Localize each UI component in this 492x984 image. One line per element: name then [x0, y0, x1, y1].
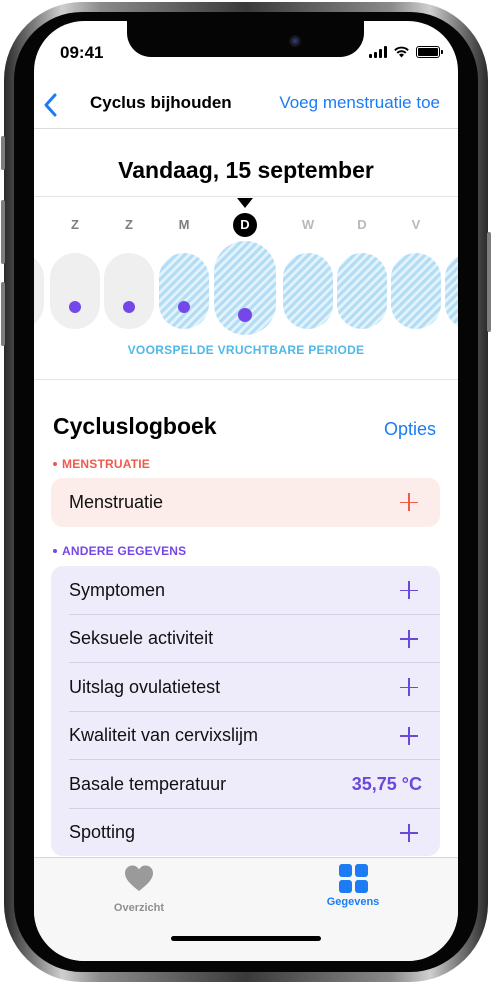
- wifi-icon: [394, 46, 409, 58]
- tab-label: Gegevens: [326, 896, 380, 908]
- cellular-signal-icon: [369, 46, 387, 58]
- date-divider: [34, 196, 458, 197]
- today-day-letter: D: [233, 213, 257, 237]
- log-row-ovulation-test[interactable]: Uitslag ovulatietest: [51, 663, 440, 712]
- calendar-day-partial: [34, 253, 44, 329]
- status-icons: [369, 46, 443, 58]
- basal-temperature-value: 35,75 °C: [351, 773, 422, 794]
- options-button[interactable]: Opties: [384, 419, 436, 440]
- calendar-divider: [34, 379, 458, 380]
- row-label: Seksuele activiteit: [69, 628, 214, 649]
- tab-overview[interactable]: Overzicht: [79, 864, 199, 914]
- day-letter: M: [178, 217, 190, 232]
- camera-icon: [289, 35, 301, 47]
- calendar-day-fertile[interactable]: [391, 253, 441, 329]
- log-row-menstruation[interactable]: Menstruatie: [51, 478, 440, 527]
- log-row-sexual-activity[interactable]: Seksuele activiteit: [51, 615, 440, 663]
- nav-divider: [34, 128, 458, 129]
- plus-icon[interactable]: [400, 823, 418, 842]
- side-button-power: [487, 232, 491, 332]
- tab-bar: Overzicht Gegevens: [34, 857, 458, 961]
- screen: 09:41 Cyclus bijhouden Voeg menstruatie …: [34, 21, 458, 961]
- row-label: Symptomen: [69, 579, 166, 600]
- date-title: Vandaag, 15 september: [118, 157, 374, 183]
- day-letter: Z: [71, 217, 79, 232]
- bullet-icon: [53, 461, 57, 466]
- tab-data[interactable]: Gegevens: [293, 864, 413, 908]
- battery-icon: [416, 46, 443, 58]
- logged-data-dot: [238, 308, 252, 322]
- log-row-cervical-mucus[interactable]: Kwaliteit van cervixslijm: [51, 712, 440, 760]
- row-label: Uitslag ovulatietest: [69, 676, 221, 697]
- row-label: Menstruatie: [69, 491, 164, 512]
- calendar-day[interactable]: [50, 253, 100, 329]
- calendar-day[interactable]: [104, 253, 154, 329]
- other-data-card: Symptomen Seksuele activiteit Uitslag ov…: [51, 566, 440, 856]
- menstruation-section-label: MENSTRUATIE: [53, 457, 150, 471]
- row-label: Spotting: [69, 822, 136, 843]
- home-indicator[interactable]: [171, 936, 321, 941]
- nav-title: Cyclus bijhouden: [90, 93, 232, 112]
- side-button-volume-up: [1, 200, 5, 264]
- day-letter: D: [357, 217, 367, 232]
- fertile-period-label: VOORSPELDE VRUCHTBARE PERIODE: [127, 343, 365, 357]
- navigation-bar: Cyclus bijhouden Voeg menstruatie toe: [34, 81, 458, 127]
- bullet-icon: [53, 548, 57, 553]
- menstruation-card: Menstruatie: [51, 478, 440, 527]
- day-letter: W: [301, 217, 315, 232]
- side-button-mute: [1, 136, 5, 170]
- plus-icon[interactable]: [400, 493, 418, 512]
- calendar-day-today[interactable]: [214, 241, 276, 335]
- cycle-log-title: Cycluslogboek: [53, 413, 217, 439]
- calendar-day-fertile[interactable]: [159, 253, 209, 329]
- logged-data-dot: [123, 301, 135, 313]
- day-letter: Z: [125, 217, 133, 232]
- status-time: 09:41: [60, 43, 104, 62]
- plus-icon[interactable]: [400, 629, 418, 648]
- tab-label: Overzicht: [113, 902, 165, 914]
- heart-icon: [125, 865, 153, 891]
- plus-icon[interactable]: [400, 581, 418, 600]
- day-letter: V: [411, 217, 421, 232]
- log-row-symptoms[interactable]: Symptomen: [51, 566, 440, 615]
- add-menstruation-button[interactable]: Voeg menstruatie toe: [279, 93, 440, 113]
- log-row-spotting[interactable]: Spotting: [51, 809, 440, 857]
- side-button-volume-down: [1, 282, 5, 346]
- calendar-day-fertile[interactable]: [283, 253, 333, 329]
- logged-data-dot: [69, 301, 81, 313]
- calendar-day-fertile[interactable]: [337, 253, 387, 329]
- row-label: Basale temperatuur: [69, 773, 227, 794]
- row-label: Kwaliteit van cervixslijm: [69, 725, 259, 746]
- calendar-day-partial: [445, 253, 458, 329]
- grid-icon: [338, 864, 368, 893]
- other-data-section-label: ANDERE GEGEVENS: [53, 544, 186, 558]
- logged-data-dot: [178, 301, 190, 313]
- log-row-basal-temperature[interactable]: Basale temperatuur 35,75 °C: [51, 760, 440, 809]
- notch: [127, 21, 364, 57]
- plus-icon[interactable]: [400, 678, 418, 697]
- today-marker-icon: [237, 198, 253, 208]
- plus-icon[interactable]: [400, 726, 418, 745]
- back-chevron-icon[interactable]: [40, 91, 64, 119]
